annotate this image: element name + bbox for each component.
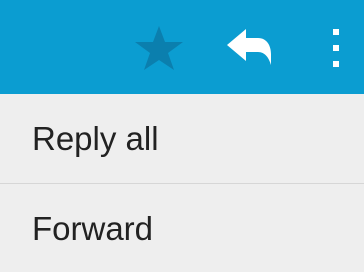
menu-item-label: Reply all (32, 119, 159, 157)
menu-item-forward[interactable]: Forward (0, 185, 364, 272)
menu-item-label: Forward (32, 209, 154, 247)
menu-item-reply-all[interactable]: Reply all (0, 94, 364, 184)
overflow-menu: Reply all Forward (0, 94, 364, 272)
action-bar (0, 0, 364, 94)
overflow-menu-icon[interactable] (326, 26, 346, 70)
reply-icon[interactable] (225, 27, 273, 69)
star-icon[interactable] (134, 25, 184, 71)
